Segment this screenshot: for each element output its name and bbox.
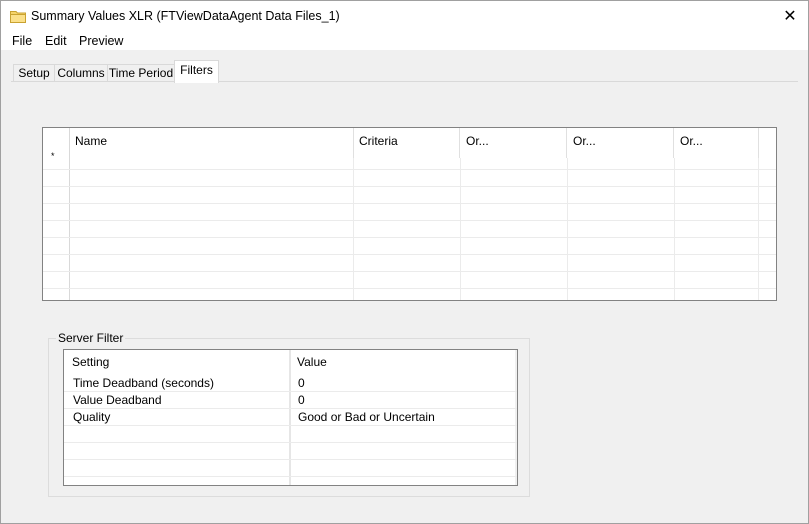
value-value-deadband[interactable]: 0 [298,392,305,409]
table-row-divider [64,476,517,477]
window-title: Summary Values XLR (FTViewDataAgent Data… [31,9,340,23]
grid-row[interactable] [43,220,776,221]
menu-edit[interactable]: Edit [45,34,67,48]
value-time-deadband[interactable]: 0 [298,375,305,392]
new-row-marker: * [51,151,55,161]
table-row-divider [64,442,517,443]
grid-vline [674,158,675,300]
menu-bar: File Edit Preview [1,32,808,50]
grid-row[interactable] [43,288,776,289]
setting-value-deadband: Value Deadband [73,393,162,407]
grid-row[interactable] [43,169,776,170]
grid-row[interactable] [43,237,776,238]
setting-quality: Quality [73,410,111,424]
header-setting: Setting [72,355,110,369]
grid-vline [567,158,568,300]
row-header-column [43,128,70,300]
grid-vline [353,158,354,300]
menu-file[interactable]: File [12,34,32,48]
table-row-divider [64,459,517,460]
tab-setup[interactable]: Setup [13,64,55,82]
value-quality[interactable]: Good or Bad or Uncertain [298,409,435,426]
tab-time-period[interactable]: Time Period [107,64,175,82]
app-window: Summary Values XLR (FTViewDataAgent Data… [0,0,809,524]
column-header-criteria[interactable]: Criteria [353,128,460,158]
column-header-or-2[interactable]: Or... [567,128,674,158]
filter-grid[interactable]: Name Criteria Or... Or... Or... * [42,127,777,301]
grid-vline [460,158,461,300]
table-row-divider [64,391,517,392]
table-edge [515,350,517,485]
server-filter-label: Server Filter [56,331,126,345]
tab-strip: Setup Columns Time Period Filters [1,50,808,83]
table-row-divider [64,425,517,426]
folder-icon [10,11,26,23]
grid-vline [758,158,759,300]
menu-preview[interactable]: Preview [79,34,123,48]
column-splitter[interactable] [289,350,291,485]
grid-row[interactable] [43,186,776,187]
grid-row[interactable] [43,271,776,272]
table-row-divider [64,408,517,409]
server-filter-table[interactable]: Setting Value Time Deadband (seconds) 0 … [63,349,518,486]
close-button[interactable]: ✕ [776,5,804,29]
tab-filters[interactable]: Filters [174,60,219,83]
header-value: Value [297,355,327,369]
grid-row[interactable] [43,203,776,204]
tab-divider [11,81,798,82]
setting-time-deadband: Time Deadband (seconds) [73,376,214,390]
title-bar: Summary Values XLR (FTViewDataAgent Data… [1,1,808,32]
grid-row[interactable] [43,254,776,255]
column-header-or-1[interactable]: Or... [460,128,567,158]
column-header-name[interactable]: Name [69,128,354,158]
tab-columns[interactable]: Columns [54,64,108,82]
column-header-or-3[interactable]: Or... [674,128,759,158]
